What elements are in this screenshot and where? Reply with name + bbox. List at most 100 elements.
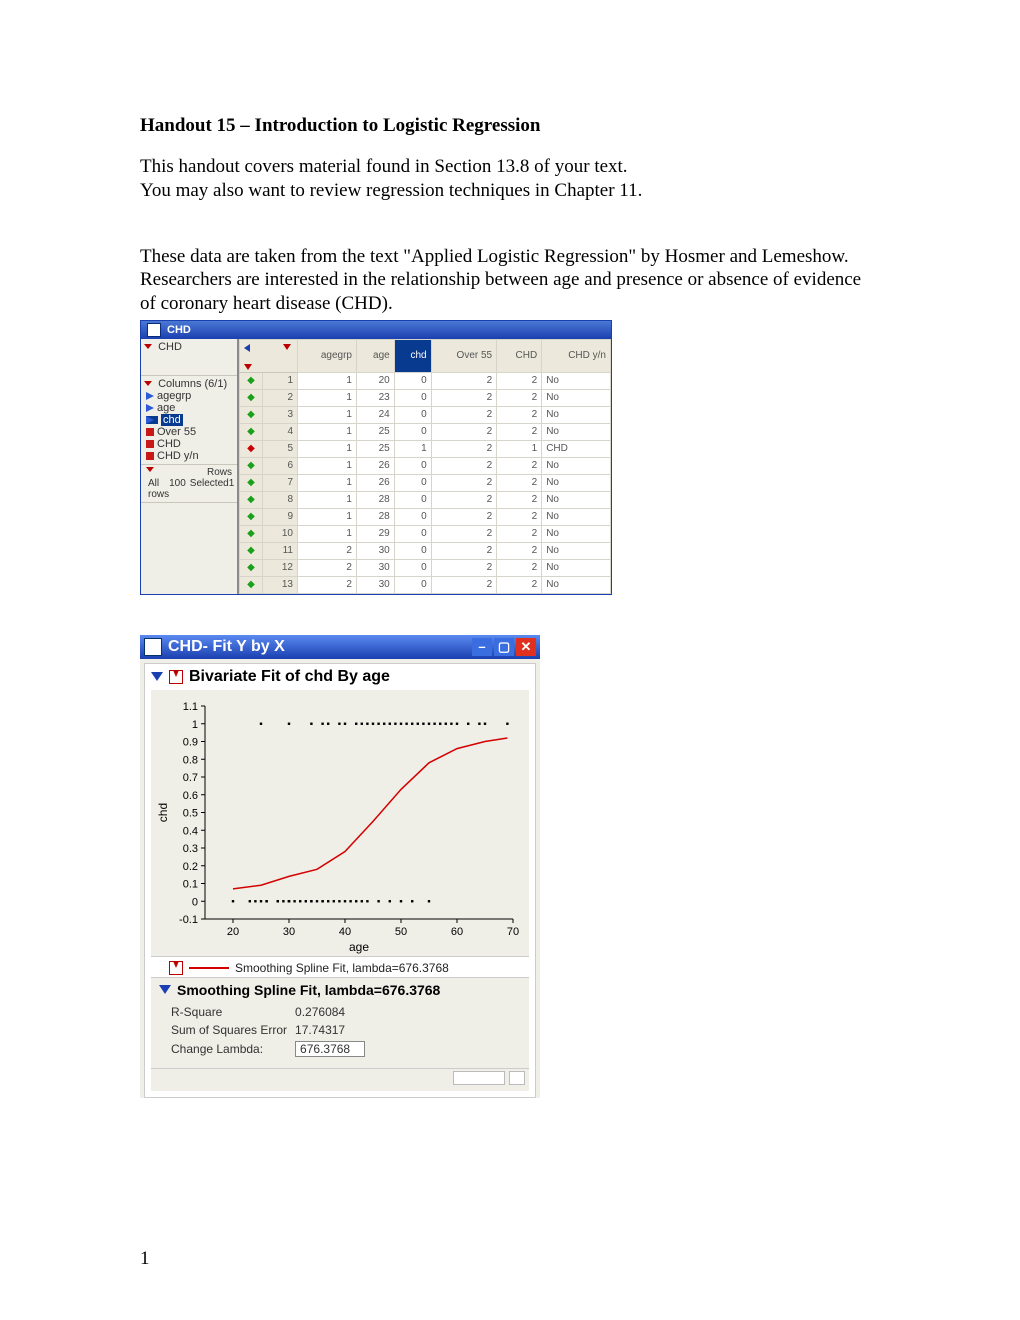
table-row[interactable]: ◆3124022No (240, 406, 611, 423)
table-row[interactable]: ◆8128022No (240, 491, 611, 508)
intro-para-2: These data are taken from the text "Appl… (140, 245, 880, 316)
col-agegrp[interactable]: agegrp (298, 339, 357, 372)
nominal-icon (146, 440, 154, 448)
intro-line-1: This handout covers material found in Se… (140, 156, 628, 177)
fit-legend[interactable]: Smoothing Spline Fit, lambda=676.3768 (151, 956, 529, 977)
rows-header: Rows (207, 467, 232, 478)
close-button[interactable]: ✕ (516, 638, 536, 656)
svg-text:0.8: 0.8 (183, 754, 198, 766)
column-label: Over 55 (157, 426, 196, 438)
rsquare-label: R-Square (171, 1004, 293, 1020)
legend-text: Smoothing Spline Fit, lambda=676.3768 (235, 961, 449, 975)
status-cell (509, 1071, 525, 1085)
maximize-button[interactable]: ▢ (494, 638, 514, 656)
table-row[interactable]: ◆13230022No (240, 576, 611, 593)
stats-title: Smoothing Spline Fit, lambda=676.3768 (177, 982, 440, 998)
window-title: CHD (167, 324, 191, 336)
table-panel-label[interactable]: CHD (158, 341, 182, 353)
svg-text:0.3: 0.3 (183, 843, 198, 855)
app-icon (144, 638, 162, 656)
column-label: age (157, 402, 175, 414)
sse-value: 17.74317 (295, 1022, 371, 1038)
intro-para-1: This handout covers material found in Se… (140, 155, 880, 203)
nominal-icon (146, 452, 154, 460)
minimize-button[interactable]: – (472, 638, 492, 656)
status-cell (453, 1071, 505, 1085)
menu-dropdown-icon[interactable] (283, 344, 291, 350)
svg-text:-0.1: -0.1 (179, 914, 198, 926)
col-CHD2[interactable]: CHD (497, 339, 542, 372)
column-item-chd[interactable]: chd (144, 414, 234, 426)
columns-section: Columns (6/1) agegrpagechdOver 55CHDCHD … (141, 376, 237, 465)
col-chd[interactable]: chd (394, 339, 431, 372)
column-label: CHD (157, 438, 181, 450)
table-row[interactable]: ◆7126022No (240, 474, 611, 491)
report-title: Bivariate Fit of chd By age (189, 668, 390, 686)
table-row[interactable]: ◆4125022No (240, 423, 611, 440)
rsquare-value: 0.276084 (295, 1004, 371, 1020)
col-over55[interactable]: Over 55 (431, 339, 497, 372)
column-label: CHD y/n (157, 450, 199, 462)
col-age[interactable]: age (356, 339, 394, 372)
status-bar (151, 1068, 529, 1091)
continuous-icon (146, 392, 154, 400)
menu-dropdown-icon[interactable] (244, 364, 252, 370)
svg-text:50: 50 (395, 926, 407, 938)
disclosure-icon[interactable] (159, 985, 171, 994)
table-row[interactable]: ◆6126022No (240, 457, 611, 474)
svg-text:age: age (349, 940, 369, 954)
svg-text:0.5: 0.5 (183, 807, 198, 819)
intro-line-2: You may also want to review regression t… (140, 180, 642, 201)
scatter-plot[interactable]: -0.100.10.20.30.40.50.60.70.80.911.12030… (151, 690, 529, 956)
data-grid[interactable]: agegrp age chd Over 55 CHD CHD y/n ◆1120… (239, 339, 611, 594)
table-row[interactable]: ◆2123022No (240, 389, 611, 406)
svg-text:0.7: 0.7 (183, 772, 198, 784)
side-panel: CHD Columns (6/1) agegrpagechdOver 55CHD… (141, 339, 239, 594)
disclosure-icon[interactable] (146, 467, 154, 472)
disclosure-icon[interactable] (144, 344, 152, 349)
svg-text:0.1: 0.1 (183, 878, 198, 890)
svg-text:0.6: 0.6 (183, 790, 198, 802)
svg-text:20: 20 (227, 926, 239, 938)
legend-line-icon (189, 967, 229, 969)
doc-title: Handout 15 – Introduction to Logistic Re… (140, 115, 880, 137)
svg-text:0.4: 0.4 (183, 825, 198, 837)
nav-left-icon[interactable] (244, 344, 250, 352)
lambda-input[interactable]: 676.3768 (295, 1041, 365, 1057)
chd-data-window[interactable]: CHD CHD Columns (6/1) agegrpagechdOver 5… (140, 320, 612, 595)
hotspot-icon[interactable] (169, 961, 183, 975)
hotspot-icon[interactable] (169, 670, 183, 684)
window-title: CHD- Fit Y by X (168, 638, 285, 656)
table-row[interactable]: ◆9128022No (240, 508, 611, 525)
fit-y-by-x-window[interactable]: CHD- Fit Y by X – ▢ ✕ Bivariate Fit of c… (140, 635, 540, 1098)
window-titlebar[interactable]: CHD- Fit Y by X – ▢ ✕ (140, 635, 540, 659)
rows-section: Rows All rows100Selected1Excluded0Hidden… (141, 465, 237, 503)
svg-text:0: 0 (192, 896, 198, 908)
column-item-agegrp[interactable]: agegrp (144, 390, 234, 402)
nominal-icon (146, 428, 154, 436)
columns-header: Columns (6/1) (158, 378, 227, 390)
column-item-chd[interactable]: CHD (144, 438, 234, 450)
rows-stat: All rows100 (146, 478, 188, 500)
table-row[interactable]: ◆5125121CHD (240, 440, 611, 457)
rows-stat: Selected1 (188, 478, 236, 500)
column-item-over55[interactable]: Over 55 (144, 426, 234, 438)
svg-text:60: 60 (451, 926, 463, 938)
col-chdyn[interactable]: CHD y/n (542, 339, 611, 372)
column-label: agegrp (157, 390, 191, 402)
fit-stats: Smoothing Spline Fit, lambda=676.3768 R-… (151, 977, 529, 1068)
svg-text:0.2: 0.2 (183, 861, 198, 873)
column-label: chd (161, 414, 183, 426)
page-number: 1 (140, 1248, 150, 1270)
table-row[interactable]: ◆11230022No (240, 542, 611, 559)
svg-text:70: 70 (507, 926, 519, 938)
table-row[interactable]: ◆12230022No (240, 559, 611, 576)
column-item-chdyn[interactable]: CHD y/n (144, 450, 234, 462)
table-row[interactable]: ◆10129022No (240, 525, 611, 542)
table-row[interactable]: ◆1120022No (240, 372, 611, 389)
disclosure-icon[interactable] (144, 381, 152, 386)
column-item-age[interactable]: age (144, 402, 234, 414)
svg-text:1: 1 (192, 719, 198, 731)
disclosure-icon[interactable] (151, 672, 163, 681)
window-titlebar[interactable]: CHD (141, 321, 611, 339)
